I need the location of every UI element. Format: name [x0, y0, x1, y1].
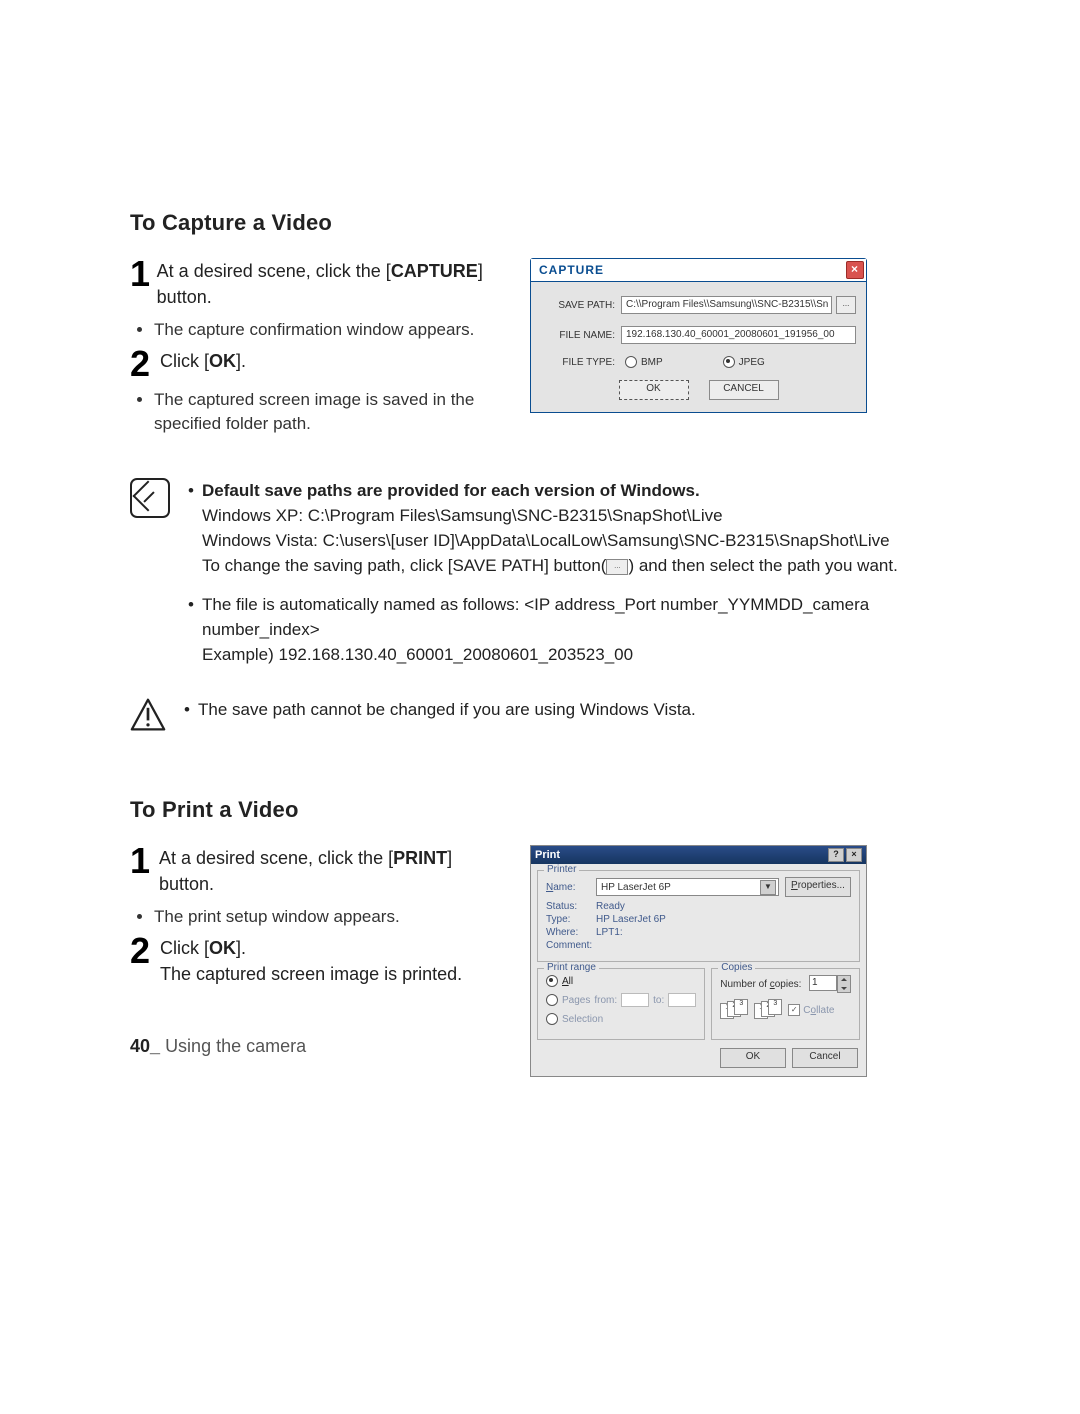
step-number-1: 1 [130, 258, 157, 290]
note-item-2: The file is automatically named as follo… [188, 592, 950, 667]
capture-dialog: CAPTURE × SAVE PATH: C:\\Program Files\\… [530, 258, 867, 413]
copies-input[interactable]: 1 [809, 975, 837, 991]
step-number-2b: 2 [130, 935, 160, 967]
from-input[interactable] [621, 993, 649, 1007]
print-dialog: Print ? × Printer Name: HP LaserJet 6P ▼ [530, 845, 867, 1077]
chevron-down-icon[interactable]: ▼ [760, 880, 776, 895]
close-icon[interactable]: × [846, 261, 864, 279]
properties-button[interactable]: Properties... [785, 877, 851, 897]
print-cancel-button[interactable]: Cancel [792, 1048, 858, 1068]
range-selection[interactable]: Selection [546, 1013, 696, 1025]
step2-text: Click [OK]. [160, 348, 246, 374]
browse-icon-inline: ... [606, 559, 628, 575]
capture-dialog-title: CAPTURE [539, 263, 604, 277]
range-all[interactable]: All [546, 975, 696, 987]
collate-checkbox[interactable]: ✓Collate [788, 1004, 834, 1016]
collate-icon: 123 [720, 1001, 748, 1019]
save-path-label: SAVE PATH: [541, 300, 621, 311]
copies-legend: Copies [718, 962, 755, 973]
step1-text: At a desired scene, click the [CAPTURE] … [157, 258, 500, 310]
help-icon[interactable]: ? [828, 848, 844, 862]
file-type-label: FILE TYPE: [541, 357, 621, 368]
print-step1-text: At a desired scene, click the [PRINT] bu… [159, 845, 500, 897]
save-path-input[interactable]: C:\\Program Files\\Samsung\\SNC-B2315\\S… [621, 296, 832, 314]
close-icon[interactable]: × [846, 848, 862, 862]
step-number-1b: 1 [130, 845, 159, 877]
print-step1-bullet: The print setup window appears. [154, 905, 500, 929]
section-title-print: To Print a Video [130, 797, 950, 823]
step2-bullet: The captured screen image is saved in th… [154, 388, 500, 436]
warning-text: The save path cannot be changed if you a… [184, 697, 696, 722]
print-step2-text: Click [OK]. The captured screen image is… [160, 935, 462, 987]
radio-bmp[interactable]: BMP [625, 356, 663, 368]
print-ok-button[interactable]: OK [720, 1048, 786, 1068]
ok-button[interactable]: OK [619, 380, 689, 400]
note-icon [130, 478, 170, 518]
collate-icon: 123 [754, 1001, 782, 1019]
range-pages[interactable]: Pages from: to: [546, 993, 696, 1007]
print-range-legend: Print range [544, 962, 599, 973]
copies-label: Number of copies: [720, 979, 801, 990]
copies-stepper[interactable] [837, 975, 851, 993]
printer-legend: Printer [544, 864, 579, 875]
browse-button[interactable]: ... [836, 296, 856, 314]
section-title-capture: To Capture a Video [130, 210, 950, 236]
step-number-2: 2 [130, 348, 160, 380]
file-name-label: FILE NAME: [541, 330, 621, 341]
file-name-input[interactable]: 192.168.130.40_60001_20080601_191956_00 [621, 326, 856, 344]
print-dialog-title: Print [535, 849, 560, 861]
step1-bullet: The capture confirmation window appears. [154, 318, 500, 342]
radio-jpeg[interactable]: JPEG [723, 356, 765, 368]
printer-name-label: Name: [546, 882, 596, 893]
note-item-1: Default save paths are provided for each… [188, 478, 950, 578]
printer-select[interactable]: HP LaserJet 6P ▼ [596, 878, 779, 896]
cancel-button[interactable]: CANCEL [709, 380, 779, 400]
warning-icon [130, 697, 166, 733]
page-footer: 40_ Using the camera [130, 1036, 306, 1057]
to-input[interactable] [668, 993, 696, 1007]
